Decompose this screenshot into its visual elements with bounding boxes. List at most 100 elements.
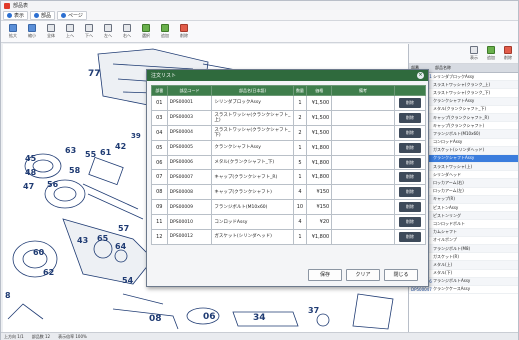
part-number[interactable]: 47 [23, 182, 34, 191]
right-button[interactable]: 右へ [119, 23, 135, 41]
action-cell: 削除 [393, 184, 427, 201]
note[interactable] [331, 95, 395, 111]
part-number[interactable]: 43 [77, 236, 88, 245]
price: ¥1,800 [306, 229, 333, 245]
parts-icon [34, 12, 40, 18]
down-button[interactable]: 下へ [81, 23, 97, 41]
menu-tab-view[interactable]: 表示 [3, 10, 29, 20]
part-name: シリンダヘッド [433, 171, 461, 177]
part-number[interactable]: 54 [122, 276, 133, 285]
note[interactable] [331, 184, 395, 201]
part-number[interactable]: 61 [100, 148, 111, 157]
delete-row-button[interactable]: 削除 [398, 142, 421, 153]
part-code: DPS00001 [166, 95, 213, 111]
toolbar-label: 選択 [142, 33, 150, 38]
part-number[interactable]: 08 [149, 314, 162, 324]
delete-row-button[interactable]: 削除 [398, 97, 421, 108]
note[interactable] [331, 169, 395, 186]
order-table: 部番 部品コード 部品名(日本語) 数量 価格 備考 01 DPS00001 シリン… [151, 85, 427, 245]
toolbar-label: 左へ [104, 33, 112, 38]
delete-button[interactable]: 削除 [176, 23, 192, 41]
note[interactable] [331, 214, 395, 231]
zoom-in-button[interactable]: 拡大 [5, 23, 21, 41]
delete-row-button[interactable]: 削除 [398, 202, 421, 213]
part-number[interactable]: 60 [33, 248, 44, 257]
note[interactable] [331, 199, 395, 216]
part-number[interactable]: 06 [203, 312, 216, 322]
parts-list-row[interactable]: DP500047 クランクケースAssy [409, 286, 518, 295]
action-cell: 削除 [393, 199, 427, 216]
close-icon[interactable]: × [417, 72, 424, 79]
part-name: ガスケット(シリンダヘッド) [211, 229, 294, 245]
action-cell: 削除 [393, 139, 427, 156]
menu-tab-parts[interactable]: 部品 [30, 10, 56, 20]
row-number: 01 [151, 95, 168, 111]
delete-row-button[interactable]: 削除 [398, 231, 421, 242]
delete-row-button[interactable]: 削除 [398, 112, 421, 123]
part-name: ガスケット(シリンダヘッド) [433, 147, 485, 153]
part-number[interactable]: 42 [115, 142, 126, 151]
select-button[interactable]: 選択 [138, 23, 154, 41]
part-number[interactable]: 77 [88, 69, 101, 79]
column-header-no: 部番 [151, 85, 168, 96]
part-name: クランクケースAssy [433, 286, 471, 292]
list-delete-button[interactable]: 削除 [501, 45, 515, 63]
toolbar-label: 表示 [470, 55, 478, 60]
part-number[interactable]: 64 [115, 242, 126, 251]
table-row: 04 DPS00004 スラストワッシャ(クランクシャフト_下) 2 ¥1,500 削除 [151, 124, 427, 141]
down-icon [85, 24, 93, 32]
part-number[interactable]: 58 [69, 166, 80, 175]
note[interactable] [331, 109, 395, 126]
delete-icon [180, 24, 188, 32]
part-code: DPS00007 [166, 169, 213, 186]
zoom-out-button[interactable]: 縮小 [24, 23, 40, 41]
part-number[interactable]: 37 [308, 306, 319, 315]
title-bar: 部品表 [1, 1, 518, 10]
part-number[interactable]: 48 [25, 168, 36, 177]
delete-row-button[interactable]: 削除 [398, 187, 421, 198]
note[interactable] [331, 124, 395, 141]
save-button[interactable]: 保存 [308, 269, 342, 281]
part-number[interactable]: 63 [65, 146, 76, 155]
view-icon [470, 46, 478, 54]
action-cell: 削除 [393, 95, 427, 111]
delete-row-button[interactable]: 削除 [398, 157, 421, 168]
part-name: スラストワッシャ(クランク_下) [433, 89, 491, 95]
list-view-button[interactable]: 表示 [467, 45, 481, 63]
part-number[interactable]: 34 [253, 313, 266, 323]
quantity: 4 [292, 214, 308, 231]
part-number[interactable]: 65 [97, 234, 108, 243]
delete-row-button[interactable]: 削除 [398, 217, 421, 228]
part-code: DPS00004 [166, 124, 213, 141]
clear-button[interactable]: クリア [346, 269, 380, 281]
quantity: 1 [292, 95, 308, 111]
part-number[interactable]: 57 [118, 224, 129, 233]
zoom-out-icon [28, 24, 36, 32]
table-row: 07 DPS00007 キャップ(クランクシャフト_R) 1 ¥1,800 削除 [151, 169, 427, 186]
part-number[interactable]: 55 [85, 150, 96, 159]
part-number[interactable]: 56 [47, 180, 58, 189]
column-header-code: 部品コード [166, 85, 213, 96]
up-button[interactable]: 上へ [62, 23, 78, 41]
dialog-buttons: 保存 クリア 閉じる [308, 269, 418, 281]
note[interactable] [331, 229, 395, 245]
row-number: 06 [151, 154, 168, 171]
delete-row-button[interactable]: 削除 [398, 127, 421, 138]
note[interactable] [331, 139, 395, 156]
row-number: 03 [151, 109, 168, 126]
delete-row-button[interactable]: 削除 [398, 172, 421, 183]
note[interactable] [331, 154, 395, 171]
part-number[interactable]: 8 [5, 291, 11, 300]
menu-tab-page[interactable]: ページ [57, 10, 87, 20]
part-number[interactable]: 45 [25, 154, 36, 163]
add-button[interactable]: 追加 [157, 23, 173, 41]
dialog-title-bar[interactable]: 注文リスト × [147, 70, 428, 81]
column-header-name[interactable]: 部品名称 [433, 65, 451, 71]
part-number[interactable]: 62 [43, 268, 54, 277]
left-button[interactable]: 左へ [100, 23, 116, 41]
part-number[interactable]: 39 [131, 132, 141, 140]
left-icon [104, 24, 112, 32]
fit-button[interactable]: 全体 [43, 23, 59, 41]
close-button[interactable]: 閉じる [384, 269, 418, 281]
list-add-button[interactable]: 追加 [484, 45, 498, 63]
